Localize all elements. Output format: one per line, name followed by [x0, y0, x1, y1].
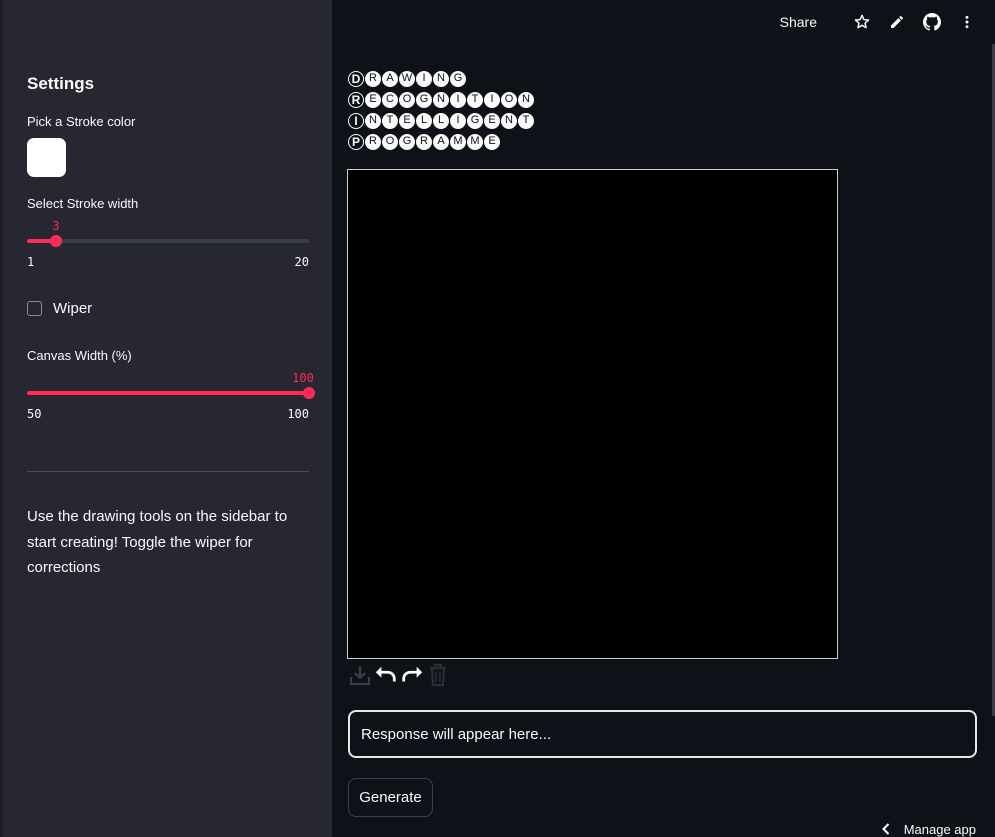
slider-thumb[interactable]	[50, 235, 62, 247]
manage-app-button[interactable]: Manage app	[881, 821, 976, 837]
response-textarea[interactable]: Response will appear here...	[348, 710, 977, 758]
title-letter: G	[467, 112, 483, 129]
sidebar-info-text: Use the drawing tools on the sidebar to …	[27, 508, 288, 576]
stroke-color-label: Pick a Stroke color	[27, 114, 136, 129]
title-letter: O	[501, 91, 517, 108]
checkbox-box[interactable]	[27, 301, 42, 316]
title-letter: I	[450, 112, 466, 129]
title-letter: M	[450, 133, 466, 150]
title-letter: R	[416, 133, 432, 150]
stroke-width-slider[interactable]: 3 1 20	[27, 219, 309, 269]
title-letter: T	[467, 91, 483, 108]
pencil-icon[interactable]	[887, 12, 907, 32]
slider-track	[27, 239, 309, 243]
more-vertical-icon[interactable]	[957, 12, 977, 32]
title-initial: I	[348, 112, 364, 129]
chevron-left-icon	[881, 823, 890, 835]
title-letter: A	[382, 70, 398, 87]
title-line: I N T E L L I G E N T	[348, 110, 535, 131]
slider-value: 100	[292, 371, 314, 385]
title-letter: G	[416, 91, 432, 108]
title-letter: N	[365, 112, 381, 129]
slider-min: 50	[27, 407, 42, 421]
title-letter: E	[365, 91, 381, 108]
title-letter: G	[450, 70, 466, 87]
drawing-canvas[interactable]	[347, 169, 838, 659]
title-initial: R	[348, 91, 364, 108]
sidebar-title: Settings	[27, 74, 95, 93]
slider-max: 100	[287, 407, 309, 421]
title-letter: I	[450, 91, 466, 108]
app-title: D R A W I N G R E C O G N I T I O N I N …	[348, 68, 535, 152]
title-letter: L	[416, 112, 432, 129]
download-icon[interactable]	[348, 663, 372, 687]
slider-fill	[27, 391, 309, 395]
share-button[interactable]: Share	[780, 14, 817, 30]
title-letter: E	[484, 112, 500, 129]
canvas-width-label: Canvas Width (%)	[27, 348, 132, 363]
title-letter: A	[433, 133, 449, 150]
wiper-label: Wiper	[53, 300, 93, 317]
title-letter: O	[382, 133, 398, 150]
title-line: P R O G R A M M E	[348, 131, 535, 152]
canvas-toolbar	[348, 663, 452, 687]
title-letter: W	[399, 70, 415, 87]
title-line: R E C O G N I T I O N	[348, 89, 535, 110]
canvas-width-slider[interactable]: 100 50 100	[27, 371, 315, 421]
sidebar-edge	[0, 0, 3, 837]
title-letter: R	[365, 133, 381, 150]
wiper-checkbox[interactable]: Wiper	[27, 300, 92, 317]
title-letter: O	[399, 91, 415, 108]
slider-min: 1	[27, 255, 35, 269]
title-letter: T	[382, 112, 398, 129]
title-letter: G	[399, 133, 415, 150]
slider-max: 20	[294, 255, 309, 269]
slider-thumb[interactable]	[303, 387, 315, 399]
title-line: D R A W I N G	[348, 68, 535, 89]
title-letter: C	[382, 91, 398, 108]
title-letter: N	[433, 91, 449, 108]
sidebar: Settings Pick a Stroke color Select Stro…	[0, 0, 332, 837]
slider-value: 3	[52, 219, 60, 233]
title-letter: N	[433, 70, 449, 87]
redo-icon[interactable]	[400, 663, 424, 687]
title-letter: N	[501, 112, 517, 129]
title-letter: M	[467, 133, 483, 150]
title-letter: E	[484, 133, 500, 150]
github-icon[interactable]	[922, 12, 942, 32]
app-toolbar: Share	[780, 10, 977, 34]
trash-icon[interactable]	[426, 663, 450, 687]
sidebar-divider	[27, 471, 309, 472]
title-letter: R	[365, 70, 381, 87]
title-initial: D	[348, 70, 364, 87]
title-letter: N	[518, 91, 534, 108]
stroke-color-picker[interactable]	[27, 138, 66, 177]
manage-app-label: Manage app	[903, 821, 976, 837]
title-letter: I	[484, 91, 500, 108]
stroke-width-label: Select Stroke width	[27, 196, 139, 211]
generate-button[interactable]: Generate	[348, 778, 433, 817]
title-initial: P	[348, 133, 364, 150]
title-letter: E	[399, 112, 415, 129]
star-icon[interactable]	[852, 12, 872, 32]
title-letter: L	[433, 112, 449, 129]
undo-icon[interactable]	[374, 663, 398, 687]
title-letter: I	[416, 70, 432, 87]
title-letter: T	[518, 112, 534, 129]
